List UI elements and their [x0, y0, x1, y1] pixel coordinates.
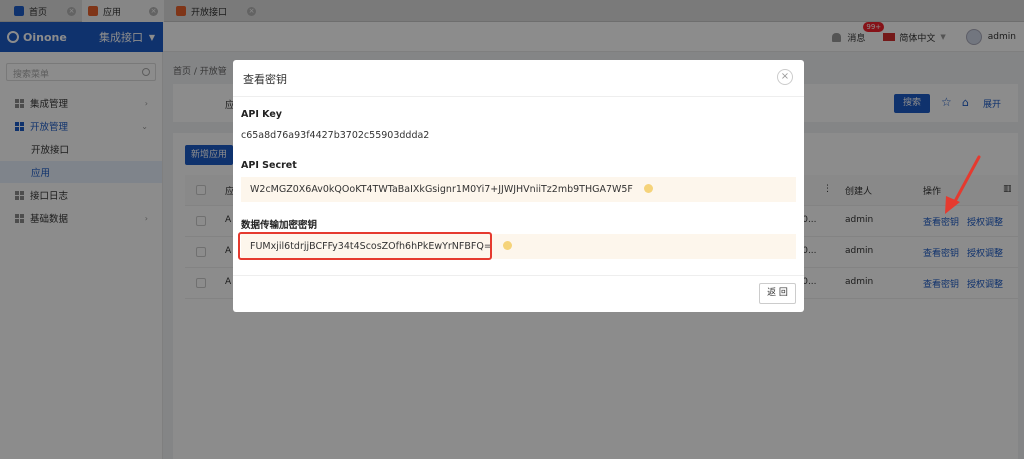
view-key-modal: 查看密钥 × API Key c65a8d76a93f4427b3702c559…	[233, 60, 804, 312]
modal-divider	[233, 275, 804, 276]
modal-header: 查看密钥 ×	[233, 60, 804, 97]
copy-icon[interactable]	[502, 241, 512, 250]
copy-icon[interactable]	[643, 184, 653, 193]
api-secret-field: W2cMGZ0X6Av0kQOoKT4TWTaBaIXkGsignr1M0Yi7…	[241, 177, 796, 202]
modal-title: 查看密钥	[243, 73, 287, 86]
api-key-label: API Key	[241, 109, 282, 120]
close-icon[interactable]: ×	[777, 69, 793, 85]
api-secret-label: API Secret	[241, 160, 297, 171]
api-secret-value: W2cMGZ0X6Av0kQOoKT4TWTaBaIXkGsignr1M0Yi7…	[250, 184, 633, 195]
api-key-value: c65a8d76a93f4427b3702c55903ddda2	[241, 130, 430, 141]
highlight-box	[238, 232, 492, 260]
back-button[interactable]: 返 回	[759, 283, 796, 304]
encrypt-key-label: 数据传输加密密钥	[241, 220, 318, 231]
